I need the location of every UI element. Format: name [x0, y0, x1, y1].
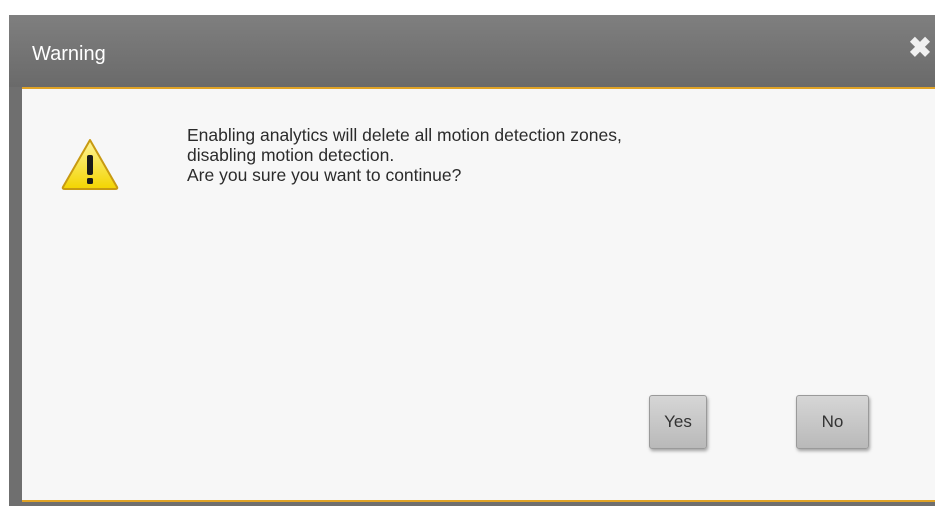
warning-triangle-icon: [61, 139, 119, 190]
dialog-titlebar: Warning ✖: [9, 15, 935, 87]
message-line: Are you sure you want to continue?: [187, 165, 462, 185]
message-line: Enabling analytics will delete all motio…: [187, 125, 622, 145]
warning-dialog: Warning ✖ Enabling analytics will delete…: [9, 15, 935, 506]
message-line: disabling motion detection.: [187, 145, 395, 165]
close-icon[interactable]: ✖: [905, 33, 935, 63]
dialog-body: Enabling analytics will delete all motio…: [22, 87, 935, 502]
yes-button[interactable]: Yes: [649, 395, 707, 449]
dialog-message: Enabling analytics will delete all motio…: [187, 125, 622, 185]
no-button[interactable]: No: [796, 395, 869, 449]
dialog-title: Warning: [32, 43, 106, 65]
